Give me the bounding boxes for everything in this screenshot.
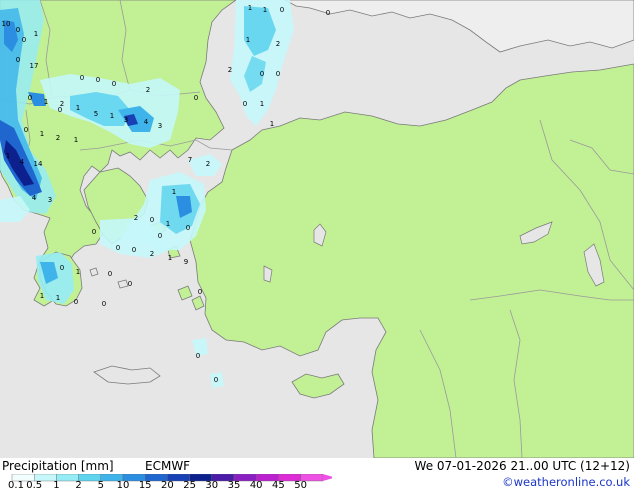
point-value: 2 (55, 134, 61, 142)
point-value: 0 (213, 376, 219, 384)
color-scale-tick-label: 0.5 (26, 480, 43, 491)
point-value: 0 (21, 36, 27, 44)
color-scale-tick-label: 30 (205, 480, 219, 491)
point-value: 0 (107, 270, 113, 278)
point-value: 0 (91, 228, 97, 236)
point-value: 1 (245, 36, 251, 44)
point-value: 0 (27, 94, 33, 102)
point-value: 1 (165, 220, 171, 228)
point-value: 9 (183, 258, 189, 266)
point-value: 5 (93, 110, 99, 118)
point-value: 0 (131, 246, 137, 254)
color-scale-tick-label: 0.1 (8, 480, 24, 491)
point-value: 0 (275, 70, 281, 78)
color-scale-ticks: 0.1 0.5 1 2 5 10 15 20 25 30 35 40 45 50 (0, 480, 330, 491)
point-value: 1 (43, 98, 49, 106)
point-value: 1 (109, 112, 115, 120)
point-value: 2 (133, 214, 139, 222)
point-value: 3 (123, 116, 129, 124)
point-value: 0 (73, 298, 79, 306)
color-scale-tick-label: 45 (272, 480, 285, 491)
point-value: 2 (145, 86, 151, 94)
point-value: 0 (115, 244, 121, 252)
point-value: 4 (31, 194, 37, 202)
point-value: 0 (242, 100, 248, 108)
point-value: 0 (111, 80, 117, 88)
point-value: 4 (19, 158, 25, 166)
point-value: 3 (47, 196, 53, 204)
point-value: 1 (39, 292, 45, 300)
point-value: 2 (227, 66, 233, 74)
color-scale-tick-label: 1 (53, 480, 60, 491)
point-value: 0 (127, 280, 133, 288)
color-scale-tick-label: 20 (161, 480, 174, 491)
point-value: 1 (269, 120, 275, 128)
point-value: 0 (101, 300, 107, 308)
point-value: 3 (157, 122, 163, 130)
point-value: 2 (205, 160, 211, 168)
point-value: 1 (247, 4, 253, 12)
point-value: 1 (5, 152, 11, 160)
point-value: 2 (149, 250, 155, 258)
point-value: 1 (75, 104, 81, 112)
point-value: 1 (33, 30, 39, 38)
point-value: 1 (73, 136, 79, 144)
point-value: 1 (171, 188, 177, 196)
credit-link[interactable]: ©weatheronline.co.uk (502, 475, 630, 489)
color-scale-tick-label: 2 (75, 480, 82, 491)
color-scale-tick-label: 50 (294, 480, 307, 491)
point-value: 17 (29, 62, 39, 70)
point-value: 2 (275, 40, 281, 48)
color-scale-tick-label: 25 (183, 480, 196, 491)
point-value: 0 (23, 126, 29, 134)
point-value: 0 (325, 9, 331, 17)
point-value: 1 (262, 6, 268, 14)
point-value: 4 (143, 118, 149, 126)
point-value: 0 (193, 94, 199, 102)
point-value: 1 (39, 130, 45, 138)
valid-time: We 07-01-2026 21..00 UTC (12+12) (414, 459, 630, 473)
point-value: 0 (57, 106, 63, 114)
product-title: Precipitation [mm] (2, 459, 114, 473)
point-value: 0 (279, 6, 285, 14)
point-value: 1 (167, 254, 173, 262)
point-value: 14 (33, 160, 43, 168)
point-value: 0 (197, 288, 203, 296)
point-value: 0 (95, 76, 101, 84)
point-value: 0 (15, 26, 21, 34)
point-value: 0 (157, 232, 163, 240)
point-value: 0 (195, 352, 201, 360)
point-value: 0 (59, 264, 65, 272)
color-scale-tick-label: 35 (227, 480, 241, 491)
color-scale-tick-label: 10 (116, 480, 130, 491)
color-scale-tick-label: 40 (249, 480, 263, 491)
color-scale-tick-label: 5 (97, 480, 104, 491)
legend-footer: Precipitation [mm] ECMWF We 07-01-2026 2… (0, 458, 634, 491)
aegean-island (89, 267, 99, 277)
point-value: 0 (149, 216, 155, 224)
point-value: 10 (1, 20, 11, 28)
point-value: 1 (75, 268, 81, 276)
color-scale-tick-label: 15 (138, 480, 152, 491)
point-value: 1 (259, 100, 265, 108)
model-name: ECMWF (145, 459, 191, 473)
point-value: 1 (55, 294, 61, 302)
point-value: 0 (15, 56, 21, 64)
point-value: 0 (79, 74, 85, 82)
point-value: 0 (259, 70, 265, 78)
point-value: 7 (187, 156, 193, 164)
point-value: 0 (185, 224, 191, 232)
